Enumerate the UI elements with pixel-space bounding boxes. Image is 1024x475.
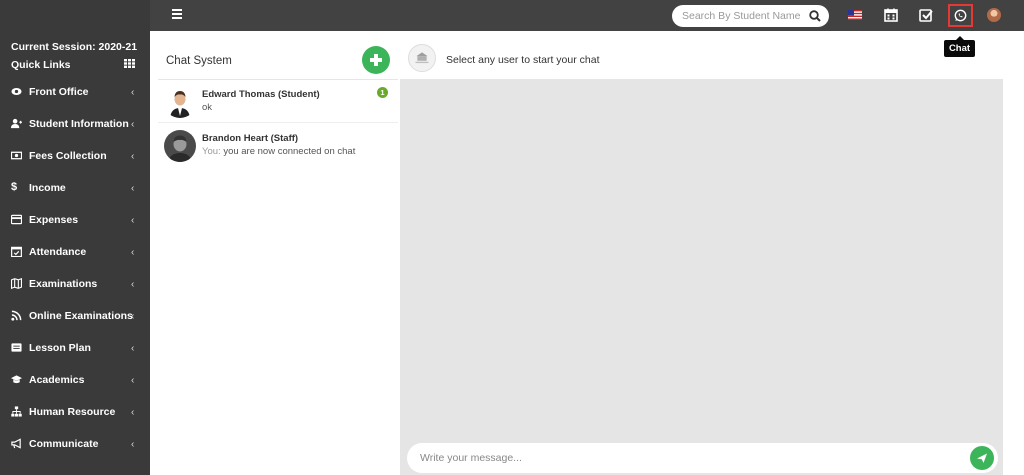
list-icon [11,343,22,352]
user-plus-icon [11,118,22,129]
message-input[interactable] [420,450,960,466]
sidebar-item-online-examinations[interactable]: Online Examinations ‹ [0,300,150,332]
sidebar-item-lesson-plan[interactable]: Lesson Plan ‹ [0,332,150,364]
dollar-icon: $ [11,181,18,193]
contact-edward-thomas[interactable]: Edward Thomas (Student) ok 1 [158,80,398,123]
chevron-left-icon: ‹ [131,183,135,194]
student-search-input[interactable] [682,8,800,24]
us-flag-icon[interactable] [848,10,862,20]
chevron-left-icon: ‹ [131,119,135,130]
whatsapp-icon [954,9,967,22]
chat-list-panel: Chat System Edward Thomas (Student) ok 1… [158,40,398,475]
chevron-left-icon: ‹ [131,407,135,418]
sidebar-item-expenses[interactable]: Expenses ‹ [0,204,150,236]
chevron-left-icon: ‹ [131,87,135,98]
student-search [672,5,829,27]
logo-area [0,0,150,31]
sidebar-item-examinations[interactable]: Examinations ‹ [0,268,150,300]
school-logo [408,44,436,72]
chevron-left-icon: ‹ [131,375,135,386]
chevron-left-icon: ‹ [131,279,135,290]
chat-button[interactable] [948,4,973,27]
right-edge-strip [1003,31,1024,475]
calendar-icon[interactable] [883,7,899,23]
chevron-left-icon: ‹ [131,151,135,162]
avatar [164,86,196,118]
chevron-left-icon: ‹ [131,439,135,450]
chevron-left-icon: ‹ [131,247,135,258]
unread-badge: 1 [377,87,388,98]
contact-last-message: ok [202,102,213,113]
user-avatar-icon[interactable] [987,8,1001,22]
paper-plane-icon [977,453,987,463]
grid-icon[interactable] [124,59,135,68]
new-chat-button[interactable] [362,46,390,74]
sidebar: Current Session: 2020-21 Quick Links Fro… [0,31,150,475]
menu-toggle-icon[interactable] [172,9,182,21]
sidebar-item-academics[interactable]: Academics ‹ [0,364,150,396]
send-button[interactable] [970,446,994,470]
message-composer [407,443,998,473]
conversation-placeholder-title: Select any user to start your chat [446,54,600,66]
calendar-check-icon [11,246,22,257]
chevron-left-icon: ‹ [131,215,135,226]
map-icon [11,278,22,289]
chevron-left-icon: ‹ [131,343,135,354]
sidebar-item-fees-collection[interactable]: Fees Collection ‹ [0,140,150,172]
sitemap-icon [11,406,22,417]
task-check-icon[interactable] [918,7,934,23]
contact-last-message: You: you are now connected on chat [202,146,356,157]
chat-tooltip: Chat [944,36,975,57]
conversation-panel: Select any user to start your chat [400,40,1003,475]
avatar [164,130,196,162]
contact-name: Brandon Heart (Staff) [202,133,299,144]
sidebar-item-income[interactable]: $ Income ‹ [0,172,150,204]
search-icon[interactable] [808,9,822,23]
credit-card-icon [11,214,22,225]
chat-system-title: Chat System [166,55,232,67]
current-session: Current Session: 2020-21 [11,41,138,53]
sidebar-item-human-resource[interactable]: Human Resource ‹ [0,396,150,428]
money-icon [11,151,22,160]
chevron-left-icon: ‹ [131,311,135,322]
sidebar-item-front-office[interactable]: Front Office ‹ [0,76,150,108]
chat-list-header: Chat System [158,40,398,80]
conversation-header: Select any user to start your chat [400,40,1003,79]
graduation-cap-icon [11,375,22,384]
contact-name: Edward Thomas (Student) [202,89,320,100]
rss-icon [11,310,22,321]
sidebar-item-attendance[interactable]: Attendance ‹ [0,236,150,268]
quick-links-label[interactable]: Quick Links [11,59,71,71]
sidebar-item-student-information[interactable]: Student Information ‹ [0,108,150,140]
eye-icon [11,88,22,95]
sidebar-item-communicate[interactable]: Communicate ‹ [0,428,150,460]
contact-brandon-heart[interactable]: Brandon Heart (Staff) You: you are now c… [158,124,398,167]
top-navbar [0,0,1024,31]
bullhorn-icon [11,438,21,449]
